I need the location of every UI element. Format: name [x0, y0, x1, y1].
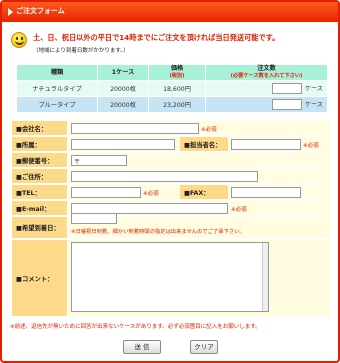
tel-input[interactable] — [71, 187, 141, 198]
email-required: ※必須 — [231, 207, 247, 213]
product-per-case: 20000枚 — [98, 81, 148, 96]
quantity-input[interactable] — [271, 83, 302, 94]
table-row: ブルータイプ 20000枚 23,200円 ケース — [17, 97, 327, 112]
header-order: 注文数 (必要ケース数を入れて下さい) — [206, 65, 327, 80]
header-per-case: 1ケース — [98, 65, 148, 80]
smiley-icon — [11, 32, 27, 48]
product-table-header: 種類 1ケース 価格 (税別) 注文数 (必要ケース数を入れて下さい) — [17, 65, 327, 80]
unit-label: ケース — [304, 101, 323, 109]
clear-button[interactable]: クリア — [190, 340, 218, 354]
company-input[interactable] — [71, 123, 199, 134]
order-cell: ケース — [206, 97, 327, 112]
form-title-bar: ご注文フォーム — [2, 2, 338, 22]
contact-required: ※必須 — [303, 143, 319, 149]
department-label: ■所属： — [12, 137, 67, 151]
zip-mark: 〒 — [74, 159, 81, 166]
tel-required: ※必須 — [143, 191, 159, 197]
fax-label: ■FAX： — [180, 185, 228, 199]
form-title: ご注文フォーム — [16, 7, 65, 15]
quantity-input[interactable] — [271, 99, 302, 110]
delivery-note: ※日曜祝日到着、細かい到着時間の指定は出来ませんのでご了承下さい。 — [71, 229, 245, 235]
product-type: ブルータイプ — [17, 97, 97, 112]
contact-label: ■担当者名： — [180, 137, 228, 151]
product-table: 種類 1ケース 価格 (税別) 注文数 (必要ケース数を入れて下さい) ナチュラルタ… — [16, 64, 328, 113]
company-required: ※必須 — [201, 127, 217, 133]
arrow-right-icon — [8, 8, 13, 16]
email-label: ■E-mail： — [12, 201, 67, 215]
footer-note: ※前述、返信先が無いために回答が出来ないケースがあります。必ず必須箇目に記入をお… — [10, 324, 261, 330]
comment-label: ■コメント： — [12, 240, 67, 316]
company-label: ■会社名： — [12, 121, 67, 135]
table-row: ナチュラルタイプ 20000枚 18,600円 ケース — [17, 81, 327, 96]
contact-input[interactable] — [231, 139, 301, 150]
unit-label: ケース — [304, 85, 323, 93]
address-input[interactable] — [71, 171, 258, 182]
header-price: 価格 (税別) — [149, 65, 205, 80]
address-label: ■ご住所： — [12, 169, 67, 183]
tel-label: ■TEL： — [12, 185, 67, 199]
order-cell: ケース — [206, 81, 327, 96]
delivery-date-input[interactable] — [71, 213, 117, 224]
shipping-subnotice: （地域により到着日数がかかります。） — [33, 48, 129, 54]
fax-input[interactable] — [231, 187, 301, 198]
product-per-case: 20000枚 — [98, 97, 148, 112]
delivery-date-label: ■希望到着日： — [12, 217, 67, 238]
comment-scrollbar[interactable] — [262, 243, 268, 311]
product-price: 18,600円 — [149, 81, 205, 96]
header-type: 種類 — [17, 65, 97, 80]
comment-textarea[interactable] — [71, 242, 269, 312]
department-input[interactable] — [71, 139, 175, 150]
product-price: 23,200円 — [149, 97, 205, 112]
shipping-notice: 土、日、祝日以外の平日で14時までにご注文を頂ければ当日発送可能です。 — [33, 33, 280, 42]
product-type: ナチュラルタイプ — [17, 81, 97, 96]
zip-label: ■郵便番号： — [12, 153, 67, 167]
submit-button[interactable]: 送 信 — [123, 340, 161, 354]
